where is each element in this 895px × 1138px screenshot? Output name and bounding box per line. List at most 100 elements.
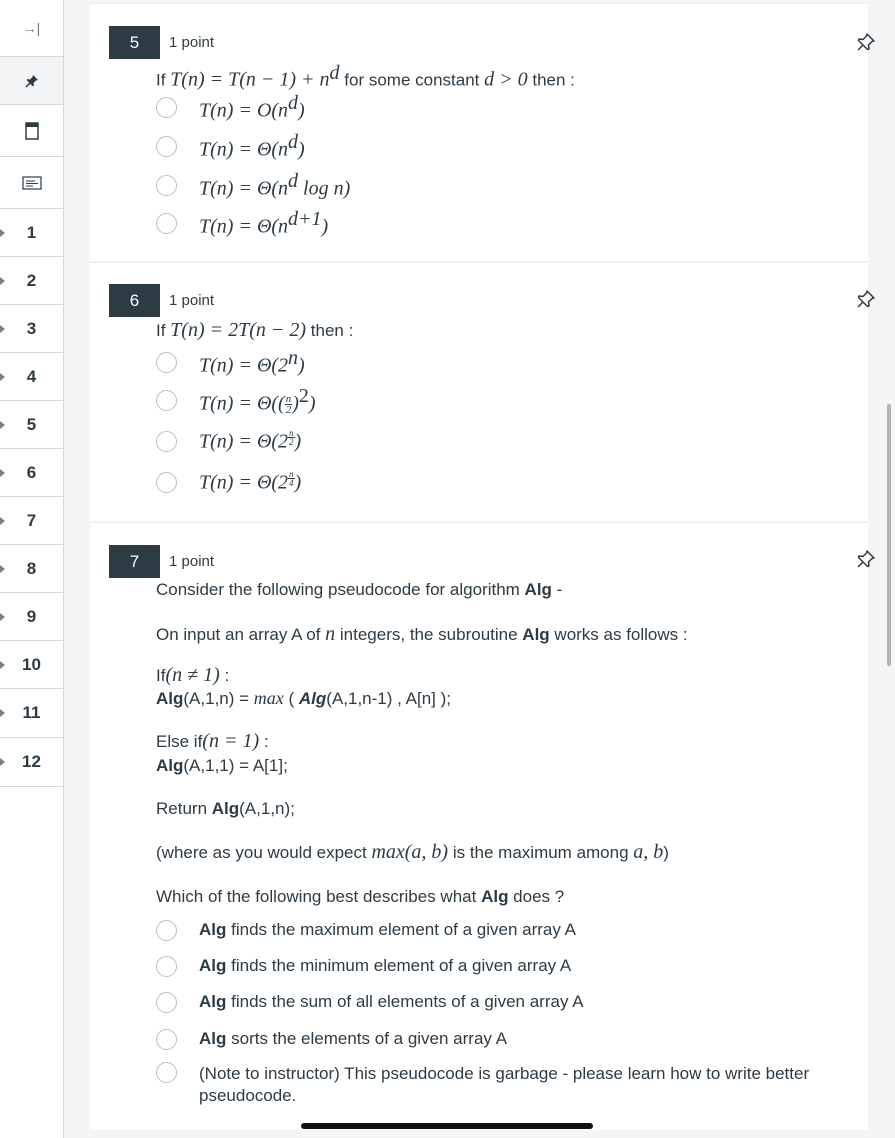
nav-question-number: 6 xyxy=(26,462,37,482)
arrow-icon xyxy=(0,612,5,621)
radio-button[interactable] xyxy=(156,919,177,941)
nav-question-number: 8 xyxy=(26,558,37,578)
scrollbar[interactable] xyxy=(887,404,891,666)
answer-option[interactable]: T(n) = Θ(nd) xyxy=(156,131,305,160)
arrow-icon xyxy=(0,516,5,525)
quiz-content: 5 1 point If T(n) = T(n − 1) + nd for so… xyxy=(64,0,895,1138)
answer-option[interactable]: Alg sorts the elements of a given array … xyxy=(156,1027,507,1051)
arrow-icon xyxy=(0,324,5,333)
radio-button[interactable] xyxy=(156,96,177,118)
nav-question-number: 3 xyxy=(26,318,37,338)
arrow-icon xyxy=(0,758,5,766)
notes-button[interactable] xyxy=(0,105,63,157)
arrow-icon xyxy=(0,276,5,285)
radio-button[interactable] xyxy=(156,991,177,1013)
nav-question-3[interactable]: 3 xyxy=(0,305,63,353)
answer-option[interactable]: Alg finds the sum of all elements of a g… xyxy=(156,990,584,1014)
pseudocode-base-line: Alg(A,1,1) = A[1]; xyxy=(156,756,288,775)
nav-question-number: 10 xyxy=(22,654,41,674)
radio-button[interactable] xyxy=(156,212,177,234)
nav-question-2[interactable]: 2 xyxy=(0,257,63,305)
nav-question-10[interactable]: 10 xyxy=(0,641,63,689)
answer-option[interactable]: Alg finds the minimum element of a given… xyxy=(156,954,571,978)
answer-option[interactable]: T(n) = Θ(nd log n) xyxy=(156,170,350,199)
answer-label: T(n) = Θ(2 n 2) xyxy=(199,427,302,453)
answer-option[interactable]: T(n) = Θ(2 n 2) xyxy=(156,427,302,453)
answer-label: T(n) = Θ(2n) xyxy=(199,346,305,377)
home-indicator xyxy=(301,1123,593,1129)
question-list-button[interactable] xyxy=(0,157,63,209)
radio-button[interactable] xyxy=(156,174,177,196)
answer-label: Alg finds the sum of all elements of a g… xyxy=(199,992,584,1011)
question-intro: Consider the following pseudocode for al… xyxy=(156,580,563,599)
answer-label: Alg finds the maximum element of a given… xyxy=(199,920,576,939)
answer-label: Alg finds the minimum element of a given… xyxy=(199,956,572,975)
answer-label: T(n) = Θ((n 2)2) xyxy=(199,384,316,417)
arrow-icon xyxy=(0,228,5,237)
nav-question-1[interactable]: 1 xyxy=(0,209,63,257)
question-number-badge: 7 xyxy=(109,545,160,578)
arrow-icon xyxy=(0,564,5,573)
radio-button[interactable] xyxy=(156,135,177,157)
pin-icon xyxy=(24,74,38,88)
arrow-icon xyxy=(0,660,5,669)
pseudocode-if-line: If(n ≠ 1) : xyxy=(156,664,230,686)
radio-button[interactable] xyxy=(156,351,177,373)
pseudocode-else-line: Else if(n = 1) : xyxy=(156,730,269,752)
arrow-icon xyxy=(0,420,5,429)
nav-question-5[interactable]: 5 xyxy=(0,401,63,449)
radio-button[interactable] xyxy=(156,430,177,452)
pseudocode-return-line: Return Alg(A,1,n); xyxy=(156,799,295,818)
radio-button[interactable] xyxy=(156,955,177,977)
question-card-5: 5 1 point If T(n) = T(n − 1) + nd for so… xyxy=(90,3,875,261)
radio-button[interactable] xyxy=(156,389,177,411)
answer-label: T(n) = O(nd) xyxy=(199,91,305,122)
nav-question-number: 5 xyxy=(26,414,37,434)
answer-label: (Note to instructor) This pseudocode is … xyxy=(199,1064,810,1105)
answer-option[interactable]: T(n) = Θ(2 n 4) xyxy=(156,468,302,494)
pseudocode-recursive-line: Alg(A,1,n) = max ( Alg(A,1,n-1) , A[n] )… xyxy=(156,688,451,708)
answer-label: T(n) = Θ(nd+1) xyxy=(199,207,329,238)
question-prompt: If T(n) = T(n − 1) + nd for some constan… xyxy=(156,62,575,91)
nav-question-9[interactable]: 9 xyxy=(0,593,63,641)
nav-question-8[interactable]: 8 xyxy=(0,545,63,593)
question-sidebar: →| 1 2 3 4 5 6 7 8 9 10 11 12 xyxy=(0,0,64,1138)
radio-button[interactable] xyxy=(156,1062,177,1083)
question-points: 1 point xyxy=(169,553,215,570)
pin-question-icon[interactable] xyxy=(856,549,876,569)
question-prompt: If T(n) = 2T(n − 2) then : xyxy=(156,319,354,341)
answer-option[interactable]: T(n) = Θ((n 2)2) xyxy=(156,385,316,416)
answer-label: T(n) = Θ(2 n 4) xyxy=(199,468,302,494)
nav-question-number: 11 xyxy=(22,703,41,722)
collapse-sidebar-button[interactable]: →| xyxy=(0,0,63,57)
nav-question-6[interactable]: 6 xyxy=(0,449,63,497)
question-card-7: 7 1 point Consider the following pseudoc… xyxy=(90,522,875,1130)
answer-label: Alg sorts the elements of a given array … xyxy=(199,1029,508,1048)
nav-question-7[interactable]: 7 xyxy=(0,497,63,545)
answer-option[interactable]: T(n) = Θ(2n) xyxy=(156,347,305,376)
nav-question-12[interactable]: 12 xyxy=(0,738,63,787)
arrow-icon xyxy=(0,709,5,717)
nav-question-number: 1 xyxy=(26,222,37,242)
answer-option[interactable]: T(n) = Θ(nd+1) xyxy=(156,208,328,237)
list-icon xyxy=(21,175,42,190)
pin-question-icon[interactable] xyxy=(856,32,876,52)
nav-question-4[interactable]: 4 xyxy=(0,353,63,401)
pinned-questions-button[interactable] xyxy=(0,57,63,105)
radio-button[interactable] xyxy=(156,471,177,493)
answer-label: T(n) = Θ(nd log n) xyxy=(199,169,351,200)
question-number-badge: 5 xyxy=(109,26,160,59)
question-prompt: Which of the following best describes wh… xyxy=(156,887,565,906)
pin-question-icon[interactable] xyxy=(856,289,876,309)
question-note: (where as you would expect max(a, b) is … xyxy=(156,841,669,863)
radio-button[interactable] xyxy=(156,1028,177,1050)
answer-option[interactable]: T(n) = O(nd) xyxy=(156,92,305,121)
nav-question-number: 2 xyxy=(26,270,37,290)
document-icon xyxy=(24,121,39,140)
nav-question-number: 12 xyxy=(22,752,41,771)
answer-option[interactable]: Alg finds the maximum element of a given… xyxy=(156,918,576,942)
nav-question-number: 4 xyxy=(26,366,37,386)
question-points: 1 point xyxy=(169,34,215,51)
nav-question-11[interactable]: 11 xyxy=(0,689,63,738)
answer-option[interactable]: (Note to instructor) This pseudocode is … xyxy=(156,1062,809,1108)
